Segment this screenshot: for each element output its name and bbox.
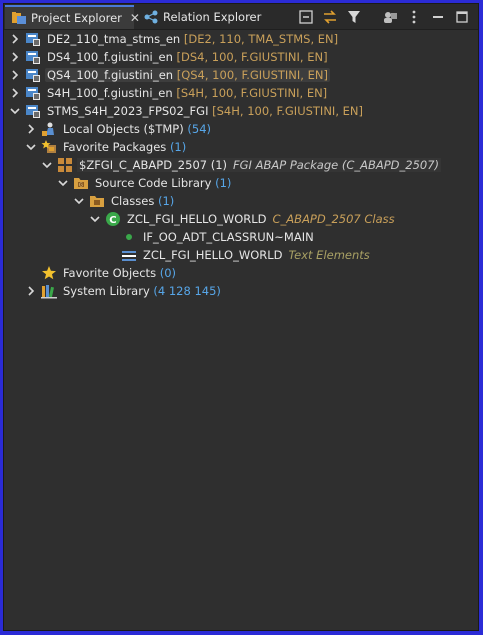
- favorite-packages-count: (1): [169, 140, 187, 154]
- local-objects-count: (54): [187, 122, 211, 136]
- classes-count: (1): [157, 194, 175, 208]
- project-name: DS4_100_f.giustini_en: [47, 50, 173, 64]
- class-description: C_ABAPD_2507 Class: [272, 212, 395, 226]
- text-elements-name: ZCL_FGI_HELLO_WORLD: [143, 248, 283, 262]
- text-elements-icon: [121, 247, 137, 263]
- classes-label: Classes: [111, 194, 155, 208]
- svg-text:G: G: [79, 183, 83, 189]
- system-library-label: System Library: [63, 284, 150, 298]
- tree-item-project[interactable]: DE2_110_tma_stms_en [DE2, 110, TMA_STMS,…: [4, 30, 478, 48]
- class-name: ZCL_FGI_HELLO_WORLD: [127, 212, 267, 226]
- package-icon: [57, 157, 73, 173]
- package-count: (1): [210, 158, 228, 172]
- favorite-objects-count: (0): [159, 266, 177, 280]
- tree-item-package[interactable]: $ZFGI_C_ABAPD_2507 (1) FGI ABAP Package (…: [4, 156, 478, 174]
- project-connection-info: [S4H, 100, F.GIUSTINI, EN]: [176, 86, 328, 100]
- chevron-right-icon[interactable]: [25, 123, 37, 135]
- tree-item-local-objects[interactable]: Local Objects ($TMP) (54): [4, 120, 478, 138]
- project-name: STMS_S4H_2023_FPS02_FGI: [47, 104, 209, 118]
- project-connection-info: [QS4, 100, F.GIUSTINI, EN]: [176, 68, 328, 82]
- relation-explorer-icon: [143, 9, 159, 25]
- chevron-down-icon[interactable]: [41, 159, 53, 171]
- method-icon: [121, 229, 137, 245]
- favorite-packages-icon: [41, 139, 57, 155]
- project-connection-info: [DE2, 110, TMA_STMS, EN]: [183, 32, 339, 46]
- chevron-right-icon[interactable]: [9, 33, 21, 45]
- favorite-packages-label: Favorite Packages: [63, 140, 167, 154]
- view-toolbar: [298, 8, 470, 26]
- project-name: S4H_100_f.giustini_en: [47, 86, 173, 100]
- classes-folder-icon: [89, 193, 105, 209]
- system-library-icon: [41, 283, 57, 299]
- tree-item-project[interactable]: STMS_S4H_2023_FPS02_FGI [S4H, 100, F.GIU…: [4, 102, 478, 120]
- abap-project-icon: [25, 31, 41, 47]
- project-name: QS4_100_f.giustini_en: [47, 68, 174, 82]
- tree-item-class[interactable]: C ZCL_FGI_HELLO_WORLD C_ABAPD_2507 Class: [4, 210, 478, 228]
- tree-item-project[interactable]: DS4_100_f.giustini_en [DS4, 100, F.GIUST…: [4, 48, 478, 66]
- chevron-right-icon[interactable]: [9, 69, 21, 81]
- maximize-icon[interactable]: [454, 9, 470, 25]
- folder-icon: G: [73, 175, 89, 191]
- chevron-right-icon[interactable]: [9, 87, 21, 99]
- collapse-all-icon[interactable]: [298, 9, 314, 25]
- project-connection-info: [DS4, 100, F.GIUSTINI, EN]: [176, 50, 328, 64]
- class-icon: C: [105, 211, 121, 227]
- project-tree: DE2_110_tma_stms_en [DE2, 110, TMA_STMS,…: [4, 30, 478, 630]
- view-menu-icon[interactable]: [406, 9, 422, 25]
- svg-text:C: C: [109, 215, 116, 226]
- chevron-down-icon[interactable]: [73, 195, 85, 207]
- tab-relation-explorer[interactable]: Relation Explorer: [137, 5, 277, 29]
- abap-project-icon: [25, 85, 41, 101]
- chevron-down-icon[interactable]: [57, 177, 69, 189]
- local-objects-label: Local Objects ($TMP): [63, 122, 184, 136]
- chevron-down-icon[interactable]: [25, 141, 37, 153]
- text-elements-description: Text Elements: [288, 248, 370, 262]
- chevron-down-icon[interactable]: [89, 213, 101, 225]
- tree-item-favorite-objects[interactable]: Favorite Objects (0): [4, 264, 478, 282]
- group-icon[interactable]: [382, 9, 398, 25]
- project-connection-info: [S4H, 100, F.GIUSTINI, EN]: [212, 104, 363, 118]
- tree-item-source-code-library[interactable]: G Source Code Library (1): [4, 174, 478, 192]
- source-code-library-label: Source Code Library: [95, 176, 212, 190]
- package-description: FGI ABAP Package (C_ABAPD_2507): [233, 158, 440, 172]
- tree-item-system-library[interactable]: System Library (4 128 145): [4, 282, 478, 300]
- system-library-count: (4 128 145): [153, 284, 221, 298]
- tree-item-project[interactable]: QS4_100_f.giustini_en [QS4, 100, F.GIUST…: [4, 66, 478, 84]
- abap-project-icon: [25, 103, 41, 119]
- chevron-right-icon[interactable]: [25, 285, 37, 297]
- project-explorer-view: Project Explorer ✕ Relation Explorer DE2…: [3, 3, 479, 631]
- minimize-icon[interactable]: [430, 9, 446, 25]
- package-name: $ZFGI_C_ABAPD_2507: [79, 158, 208, 172]
- abap-project-icon: [25, 67, 41, 83]
- chevron-right-icon[interactable]: [9, 51, 21, 63]
- project-name: DE2_110_tma_stms_en: [47, 32, 181, 46]
- tree-item-text-elements[interactable]: ZCL_FGI_HELLO_WORLD Text Elements: [4, 246, 478, 264]
- local-objects-icon: [41, 121, 57, 137]
- star-icon: [41, 265, 57, 281]
- view-tab-bar: Project Explorer ✕ Relation Explorer: [4, 4, 478, 30]
- tree-item-project[interactable]: S4H_100_f.giustini_en [S4H, 100, F.GIUST…: [4, 84, 478, 102]
- source-code-library-count: (1): [215, 176, 232, 190]
- filter-icon[interactable]: [346, 9, 362, 25]
- link-with-editor-icon[interactable]: [322, 9, 338, 25]
- tab-label: Project Explorer: [31, 11, 122, 25]
- tree-item-classes[interactable]: Classes (1): [4, 192, 478, 210]
- tab-label: Relation Explorer: [163, 10, 262, 24]
- tab-project-explorer[interactable]: Project Explorer ✕: [5, 5, 140, 29]
- method-name: IF_OO_ADT_CLASSRUN~MAIN: [143, 230, 314, 244]
- abap-project-icon: [25, 49, 41, 65]
- tree-item-method[interactable]: IF_OO_ADT_CLASSRUN~MAIN: [4, 228, 478, 246]
- tree-item-favorite-packages[interactable]: Favorite Packages (1): [4, 138, 478, 156]
- project-explorer-icon: [11, 10, 27, 26]
- chevron-down-icon[interactable]: [9, 105, 21, 117]
- favorite-objects-label: Favorite Objects: [63, 266, 157, 280]
